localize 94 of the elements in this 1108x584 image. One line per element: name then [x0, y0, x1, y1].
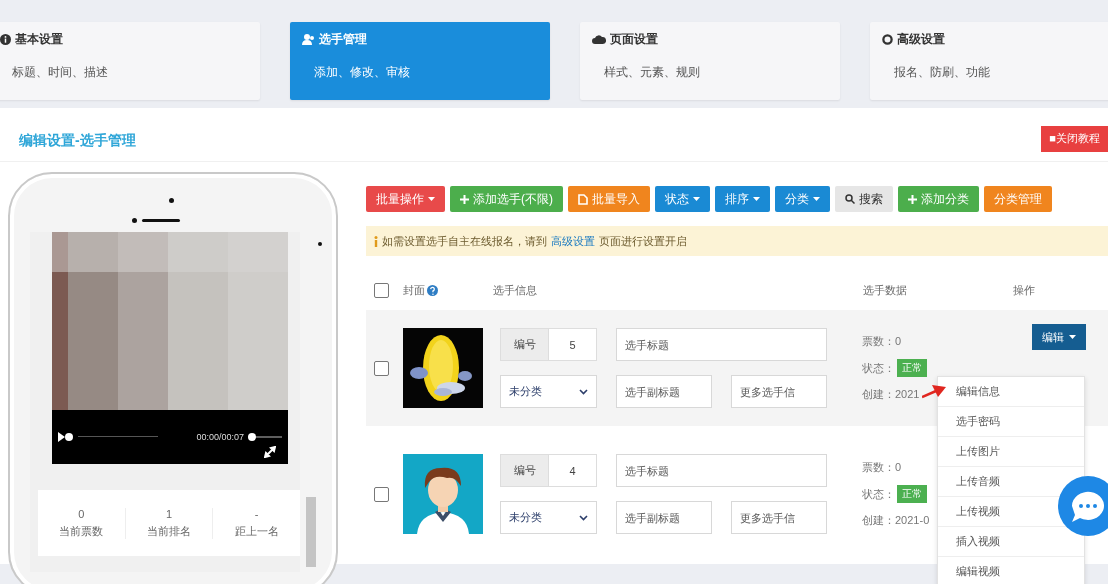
stat-value: 1: [165, 507, 173, 520]
number-label: 编号: [501, 455, 549, 486]
column-header: 操作: [1013, 282, 1035, 298]
sensor-icon: [318, 242, 322, 246]
help-icon[interactable]: [427, 284, 438, 296]
plus-icon: [908, 194, 917, 204]
notice-text: 如需设置选手自主在线报名，请到: [382, 233, 547, 249]
menu-item[interactable]: 插入视频: [956, 534, 1000, 549]
votes-text: 票数：0: [862, 460, 903, 475]
chevron-icon: [579, 388, 588, 395]
speaker-icon: [142, 219, 180, 222]
toolbar-button[interactable]: 分类: [775, 186, 830, 212]
nav-card[interactable]: 高级设置 报名、防刷、功能: [870, 22, 1108, 100]
fullscreen-icon[interactable]: [264, 446, 276, 458]
card-title: 高级设置: [897, 30, 945, 48]
number-value: 5: [568, 337, 577, 353]
caret-icon: [813, 197, 820, 201]
chevron-icon: [579, 514, 588, 521]
subtitle-field[interactable]: 选手副标题: [616, 501, 712, 534]
scrollbar[interactable]: [306, 497, 316, 567]
sensor-icon: [132, 218, 137, 223]
toolbar-button[interactable]: 排序: [715, 186, 770, 212]
toolbar-button[interactable]: 状态: [655, 186, 710, 212]
title-field[interactable]: 选手标题: [616, 454, 827, 487]
chat-icon[interactable]: [1058, 476, 1108, 536]
menu-item[interactable]: 上传视频: [956, 504, 1000, 519]
caret-icon: [1069, 335, 1076, 339]
column-header: 选手数据: [863, 282, 907, 298]
category-select[interactable]: 未分类: [500, 501, 597, 534]
card-subtitle: 标题、时间、描述: [12, 64, 108, 81]
page-title: 编辑设置-选手管理: [19, 131, 136, 150]
menu-item[interactable]: 选手密码: [956, 414, 1000, 429]
document-icon: [578, 193, 588, 205]
play-icon[interactable]: [58, 432, 74, 442]
nav-card[interactable]: 选手管理 添加、修改、审核: [290, 22, 550, 100]
menu-item[interactable]: 编辑信息: [956, 384, 1000, 399]
plus-icon: [460, 194, 469, 204]
status-tag: 正常: [897, 359, 927, 377]
category-select[interactable]: 未分类: [500, 375, 597, 408]
stat-value: 0: [78, 507, 85, 520]
select-all-checkbox[interactable]: [374, 282, 389, 298]
stat-label: 当前排名: [147, 523, 191, 539]
subtitle-field[interactable]: 选手副标题: [616, 375, 712, 408]
status-label: 状态：: [862, 360, 895, 376]
notice-text: 页面进行设置开启: [599, 233, 687, 249]
created-text: 创建：2021: [862, 387, 921, 402]
card-title: 基本设置: [15, 30, 63, 48]
stat-value: -: [254, 507, 259, 520]
stat-label: 距上一名: [234, 523, 279, 539]
number-field[interactable]: 编号 5: [500, 328, 597, 361]
number-value: 4: [568, 463, 577, 479]
row-checkbox[interactable]: [374, 486, 389, 502]
card-title: 页面设置: [610, 30, 658, 48]
toolbar-button[interactable]: 批量操作: [366, 186, 445, 212]
stat-label: 当前票数: [59, 523, 104, 539]
number-label: 编号: [501, 329, 549, 360]
created-text: 创建：2021-0: [862, 513, 931, 528]
status-label: 状态：: [862, 486, 895, 502]
nav-card[interactable]: 基本设置 标题、时间、描述: [0, 22, 260, 100]
edit-button[interactable]: 编辑: [1032, 324, 1086, 350]
card-subtitle: 报名、防刷、功能: [894, 64, 990, 81]
info-field[interactable]: 更多选手信: [731, 501, 827, 534]
search-icon: [845, 194, 855, 204]
annotation-arrow: [922, 383, 946, 399]
card-title: 选手管理: [319, 30, 367, 48]
circle-icon: [882, 33, 893, 45]
volume-slider[interactable]: [248, 432, 282, 442]
votes-text: 票数：0: [862, 334, 903, 349]
column-header: 选手信息: [493, 282, 537, 298]
row-checkbox[interactable]: [374, 360, 389, 376]
nav-card[interactable]: 页面设置 样式、元素、规则: [580, 22, 840, 100]
menu-item[interactable]: 上传音频: [956, 474, 1000, 489]
card-subtitle: 样式、元素、规则: [604, 64, 700, 81]
menu-item[interactable]: 编辑视频: [956, 564, 1000, 579]
search-button[interactable]: 搜索: [835, 186, 893, 212]
info-field[interactable]: 更多选手信: [731, 375, 827, 408]
card-subtitle: 添加、修改、审核: [314, 64, 410, 81]
status-tag: 正常: [897, 485, 927, 503]
menu-item[interactable]: 上传图片: [956, 444, 1000, 459]
settings-link[interactable]: 高级设置: [551, 233, 595, 249]
user-icon: [302, 33, 315, 45]
info-icon: [0, 33, 11, 45]
title-field[interactable]: 选手标题: [616, 328, 827, 361]
info-icon: [374, 235, 378, 247]
column-header: 封面: [403, 282, 425, 298]
cloud-icon: [592, 34, 606, 44]
video-time: 00:00/00:07: [196, 432, 244, 442]
number-field[interactable]: 编号 4: [500, 454, 597, 487]
close-tutorial-button[interactable]: ■关闭教程: [1041, 125, 1108, 152]
caret-icon: [428, 197, 435, 201]
caret-icon: [753, 197, 760, 201]
caret-icon: [693, 197, 700, 201]
volume-thumb[interactable]: [248, 433, 256, 441]
camera-icon: [169, 198, 174, 203]
